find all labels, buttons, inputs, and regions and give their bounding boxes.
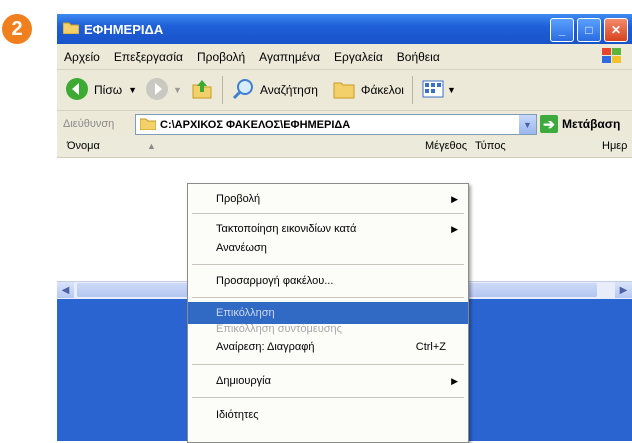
maximize-button[interactable]: □ [577,18,601,42]
back-arrow-icon [65,77,89,104]
ctx-item-view[interactable]: Προβολή ▶ [188,188,468,210]
submenu-arrow-icon: ▶ [451,223,458,234]
menu-separator [192,213,464,214]
step-number-badge: 2 [2,14,32,44]
chevron-down-icon[interactable]: ▼ [128,85,137,95]
search-button[interactable]: Αναζήτηση [231,77,318,104]
minimize-button[interactable]: _ [550,18,574,42]
address-bar: Διεύθυνση C:\ΑΡΧΙΚΟΣ ΦΑΚΕΛΟΣ\ΕΦΗΜΕΡΙΔΑ ▼… [57,111,632,138]
submenu-arrow-icon: ▶ [451,193,458,204]
go-button[interactable]: ➔ Μετάβαση [540,115,620,133]
menu-tools[interactable]: Εργαλεία [327,50,390,64]
close-button[interactable]: ✕ [604,18,628,42]
go-label: Μετάβαση [562,117,621,131]
chevron-down-icon: ▼ [446,85,456,95]
up-folder-icon [190,77,214,104]
windows-logo-icon [600,46,624,66]
menu-view[interactable]: Προβολή [190,50,252,64]
search-icon [231,77,255,104]
column-type[interactable]: Τύπος [475,140,506,152]
back-button[interactable]: Πίσω ▼ [65,77,137,104]
submenu-arrow-icon: ▶ [451,375,458,386]
title-bar[interactable]: ΕΦΗΜΕΡΙΔΑ _ □ ✕ [57,14,632,44]
folders-icon [332,78,356,103]
menu-separator [192,264,464,265]
shortcut-label: Ctrl+Z [415,341,446,353]
folder-icon [62,21,80,37]
forward-arrow-icon [145,77,169,104]
menu-file[interactable]: Αρχείο [57,50,107,64]
back-label: Πίσω [94,83,123,97]
column-size[interactable]: Μέγεθος [425,140,467,152]
toolbar-separator [221,76,223,104]
column-name[interactable]: Όνομα [67,140,100,152]
address-input[interactable]: C:\ΑΡΧΙΚΟΣ ΦΑΚΕΛΟΣ\ΕΦΗΜΕΡΙΔΑ ▼ [135,114,537,135]
views-icon [421,78,445,103]
ctx-item-undo-delete[interactable]: Αναίρεση: Διαγραφή Ctrl+Z [188,336,468,358]
scroll-right-icon[interactable]: ▶ [615,282,632,298]
menu-help[interactable]: Βοήθεια [390,50,447,64]
address-label: Διεύθυνση [63,118,115,130]
menu-edit[interactable]: Επεξεργασία [107,50,190,64]
column-date[interactable]: Ημερ [602,140,627,152]
scroll-left-icon[interactable]: ◀ [57,282,74,298]
menu-separator [192,364,464,365]
window-title: ΕΦΗΜΕΡΙΔΑ [84,21,164,37]
ctx-item-refresh[interactable]: Ανανέωση [188,237,468,259]
menu-favorites[interactable]: Αγαπημένα [252,50,327,64]
up-folder-button[interactable] [190,77,214,104]
ctx-item-customize-folder[interactable]: Προσαρμογή φακέλου... [188,270,468,292]
folder-icon [139,117,157,133]
column-headers: Όνομα ▲ Μέγεθος Τύπος Ημερ [57,137,632,158]
ctx-item-new[interactable]: Δημιουργία ▶ [188,370,468,392]
folders-label: Φάκελοι [360,83,404,97]
toolbar-separator [411,76,413,104]
forward-button[interactable]: ▼ [145,77,182,104]
folders-button[interactable]: Φάκελοι [332,78,404,103]
ctx-item-properties[interactable]: Ιδιότητες [188,404,468,426]
standard-toolbar: Πίσω ▼ ▼ Αναζήτηση Φάκελοι ▼ [57,70,632,111]
views-button[interactable]: ▼ [421,78,456,103]
context-menu: Προβολή ▶ Τακτοποίηση εικονιδίων κατά ▶ … [187,183,469,443]
search-label: Αναζήτηση [259,83,318,97]
chevron-down-icon[interactable]: ▼ [519,115,536,134]
address-path: C:\ΑΡΧΙΚΟΣ ΦΑΚΕΛΟΣ\ΕΦΗΜΕΡΙΔΑ [160,118,351,131]
menu-separator [192,297,464,298]
sort-up-icon: ▲ [147,141,156,151]
menu-bar: Αρχείο Επεξεργασία Προβολή Αγαπημένα Εργ… [57,44,632,70]
chevron-down-icon: ▼ [173,85,182,95]
go-arrow-icon: ➔ [540,115,558,133]
menu-separator [192,397,464,398]
